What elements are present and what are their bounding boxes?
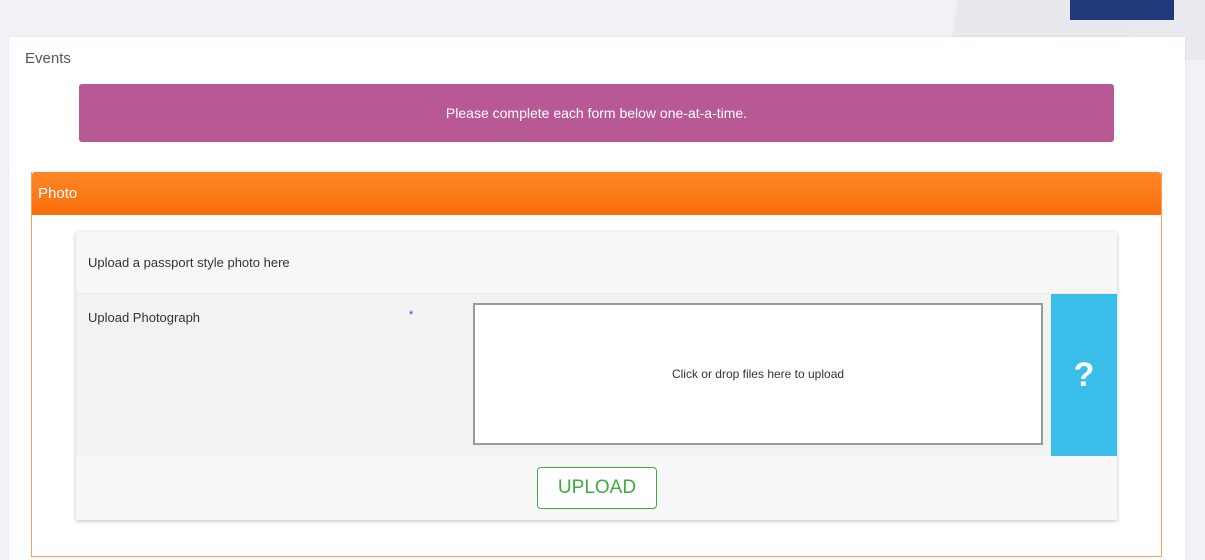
- upload-description: Upload a passport style photo here: [76, 232, 1117, 294]
- upload-photograph-row: Upload Photograph * Click or drop files …: [76, 294, 1117, 456]
- photo-panel-title: Photo: [38, 185, 78, 202]
- question-icon: ?: [1073, 355, 1095, 394]
- page-title: Events: [25, 50, 71, 67]
- upload-action-row: UPLOAD: [76, 456, 1117, 520]
- photo-panel: Photo Upload a passport style photo here…: [31, 172, 1162, 557]
- upload-button[interactable]: UPLOAD: [537, 467, 657, 509]
- photo-panel-header: Photo: [32, 172, 1161, 215]
- notice-text: Please complete each form below one-at-a…: [445, 105, 748, 121]
- upload-form: Upload a passport style photo here Uploa…: [76, 232, 1117, 520]
- asterisk-icon: *: [409, 309, 414, 321]
- upload-photograph-label: Upload Photograph: [88, 310, 201, 325]
- notice-banner: Please complete each form below one-at-a…: [79, 84, 1114, 142]
- dropzone-text: Click or drop files here to upload: [671, 367, 845, 381]
- top-nav-tab[interactable]: [1070, 0, 1174, 20]
- help-button[interactable]: ?: [1051, 294, 1117, 456]
- file-dropzone[interactable]: Click or drop files here to upload: [473, 303, 1043, 445]
